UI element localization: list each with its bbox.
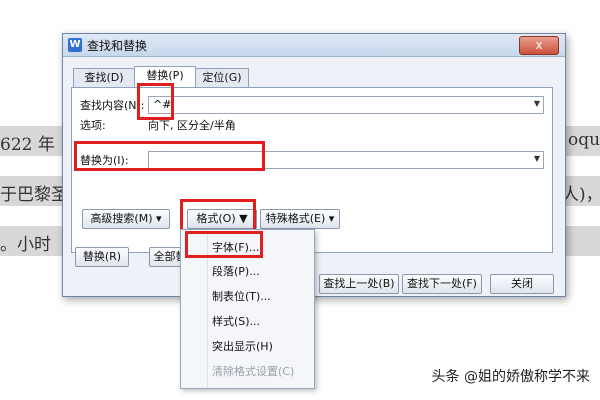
- menu-item-label: 突出显示(H): [212, 340, 273, 353]
- menu-item-label: 段落(P)...: [212, 265, 260, 278]
- highlight-font-menu-item: [185, 231, 263, 258]
- chevron-down-icon: ▾: [156, 212, 162, 225]
- dialog-titlebar[interactable]: W 查找和替换 x: [63, 34, 565, 57]
- menu-item-label: 制表位(T)...: [212, 290, 271, 303]
- menu-item-style[interactable]: 样式(S)...: [181, 308, 314, 332]
- highlight-replace-field: [74, 141, 265, 171]
- doc-text-line: oqu: [568, 130, 600, 150]
- menu-item-tab-stops[interactable]: 制表位(T)...: [181, 283, 314, 307]
- special-format-button[interactable]: 特殊格式(E) ▾: [260, 209, 340, 229]
- chevron-down-icon: ▾: [328, 212, 335, 225]
- wps-app-icon: W: [68, 38, 82, 52]
- close-window-button[interactable]: x: [519, 36, 559, 55]
- watermark: 头条 @姐的娇傲称学不来: [431, 369, 590, 385]
- tab-find[interactable]: 查找(D): [73, 68, 135, 88]
- close-button[interactable]: 关闭: [490, 274, 554, 294]
- find-label: 查找内容(N):: [80, 99, 145, 112]
- doc-text-line: 622 年: [0, 135, 55, 155]
- highlight-format-button: [180, 199, 256, 232]
- special-format-label: 特殊格式(E): [265, 212, 326, 225]
- tab-goto[interactable]: 定位(G): [195, 68, 249, 88]
- menu-item-label: 样式(S)...: [212, 315, 261, 328]
- replace-button[interactable]: 替换(R): [75, 247, 129, 267]
- find-input[interactable]: ^# ▼: [148, 96, 544, 114]
- advanced-search-button[interactable]: 高级搜索(M) ▾: [82, 209, 170, 229]
- options-label: 选项:: [80, 119, 106, 132]
- menu-item-highlight[interactable]: 突出显示(H): [181, 333, 314, 357]
- menu-item-paragraph[interactable]: 段落(P)...: [181, 258, 314, 282]
- find-previous-button[interactable]: 查找上一处(B): [319, 274, 399, 294]
- doc-text-line: 于巴黎圣: [0, 185, 68, 205]
- doc-text-line: 。小时: [0, 235, 51, 255]
- menu-item-clear-formatting: 清除格式设置(C): [181, 358, 314, 382]
- menu-item-label: 清除格式设置(C): [212, 365, 295, 378]
- chevron-down-icon[interactable]: ▼: [534, 154, 540, 163]
- advanced-search-label: 高级搜索(M): [90, 212, 153, 225]
- doc-text-line: 人)，: [562, 185, 600, 205]
- chevron-down-icon[interactable]: ▼: [534, 99, 540, 108]
- highlight-find-value: [137, 83, 174, 120]
- dialog-title: 查找和替换: [87, 39, 148, 53]
- find-next-button[interactable]: 查找下一处(F): [402, 274, 482, 294]
